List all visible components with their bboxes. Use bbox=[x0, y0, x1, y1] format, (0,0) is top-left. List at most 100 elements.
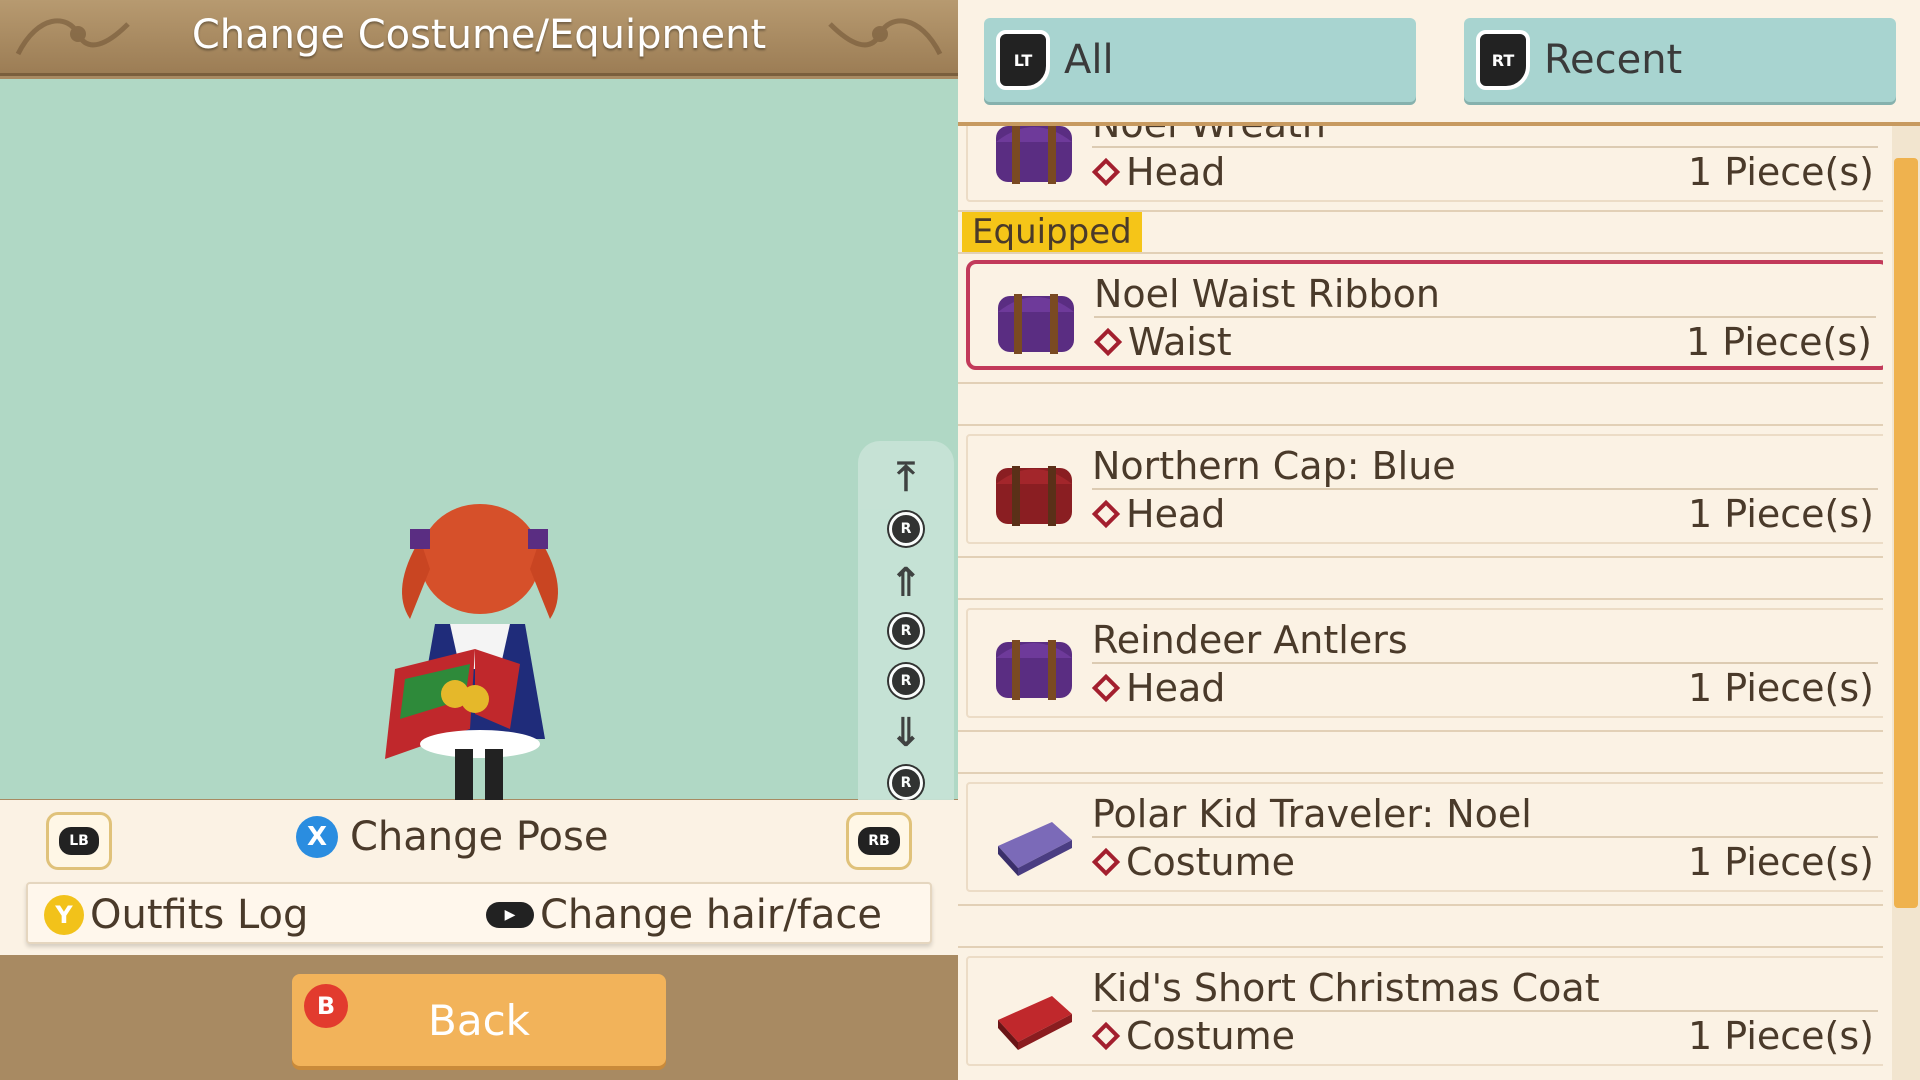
chest-icon bbox=[998, 294, 1074, 354]
r-stick-up-icon: R bbox=[889, 512, 923, 546]
secondary-actions-bar: Y Outfits Log ▶ Change hair/face bbox=[26, 882, 932, 944]
item-slot: Costume bbox=[1091, 840, 1295, 884]
camera-top-button[interactable]: ⤒ bbox=[880, 453, 932, 501]
change-pose-label: Change Pose bbox=[350, 814, 609, 860]
preview-panel: Change Costume/Equipment ⤒ R ⇑ R R ⇓ R L… bbox=[0, 0, 958, 1080]
item-slot: Head bbox=[1091, 150, 1226, 194]
diamond-icon bbox=[1091, 499, 1121, 529]
divider bbox=[958, 904, 1883, 906]
item-slot: Waist bbox=[1093, 320, 1232, 364]
equipment-list: Noel Wreath Head 1 Piece(s) Equipped Noe… bbox=[958, 126, 1883, 1080]
title-bar: Change Costume/Equipment bbox=[0, 0, 958, 76]
item-slot-label: Head bbox=[1126, 492, 1226, 536]
character-model bbox=[385, 504, 558, 821]
list-item[interactable]: Noel Wreath Head 1 Piece(s) bbox=[966, 126, 1883, 202]
back-area: B Back bbox=[0, 956, 958, 1080]
camera-left-stick[interactable]: R bbox=[880, 607, 932, 655]
item-count: 1 Piece(s) bbox=[1688, 1014, 1874, 1058]
change-pose-button[interactable]: X Change Pose bbox=[296, 814, 608, 860]
lb-button[interactable]: LB bbox=[46, 812, 112, 870]
item-slot-label: Costume bbox=[1126, 1014, 1295, 1058]
divider bbox=[958, 382, 1883, 384]
change-hair-face-label: Change hair/face bbox=[540, 892, 882, 938]
list-item[interactable]: Northern Cap: Blue Head 1 Piece(s) bbox=[966, 434, 1883, 544]
list-item[interactable]: Reindeer Antlers Head 1 Piece(s) bbox=[966, 608, 1883, 718]
item-slot-label: Head bbox=[1126, 666, 1226, 710]
character-viewport[interactable]: ⤒ R ⇑ R R ⇓ R ⤓ bbox=[0, 79, 958, 873]
double-chevron-down-icon: ⇓ bbox=[889, 710, 923, 756]
chest-icon bbox=[996, 126, 1072, 184]
item-count: 1 Piece(s) bbox=[1688, 492, 1874, 536]
chest-icon bbox=[996, 466, 1072, 526]
divider bbox=[958, 946, 1883, 948]
r-stick-right-icon: R bbox=[889, 664, 923, 698]
lb-icon: LB bbox=[59, 827, 99, 855]
tab-recent-label: Recent bbox=[1544, 37, 1683, 83]
divider bbox=[1092, 662, 1878, 664]
divider bbox=[958, 556, 1883, 558]
item-name: Northern Cap: Blue bbox=[1092, 444, 1456, 488]
diamond-icon bbox=[1091, 847, 1121, 877]
item-slot-label: Waist bbox=[1128, 320, 1232, 364]
item-count: 1 Piece(s) bbox=[1688, 666, 1874, 710]
rt-icon: RT bbox=[1476, 30, 1530, 90]
divider bbox=[1092, 1010, 1878, 1012]
item-count: 1 Piece(s) bbox=[1688, 150, 1874, 194]
scrollbar-thumb[interactable] bbox=[1894, 158, 1918, 908]
item-name: Noel Waist Ribbon bbox=[1094, 272, 1440, 316]
item-count: 1 Piece(s) bbox=[1686, 320, 1872, 364]
outfits-log-label: Outfits Log bbox=[90, 892, 309, 938]
suitcase-icon bbox=[998, 822, 1072, 876]
x-button-icon: X bbox=[296, 816, 338, 858]
camera-zoom-in-button[interactable]: ⇑ bbox=[880, 559, 932, 607]
item-name: Reindeer Antlers bbox=[1092, 618, 1408, 662]
tab-all[interactable]: LT All bbox=[984, 18, 1416, 102]
diamond-icon bbox=[1091, 673, 1121, 703]
divider bbox=[1092, 146, 1878, 148]
divider bbox=[958, 730, 1883, 732]
divider bbox=[1094, 316, 1876, 318]
double-chevron-up-icon: ⇑ bbox=[889, 560, 923, 606]
back-label: Back bbox=[428, 995, 530, 1045]
divider bbox=[958, 252, 1883, 254]
y-button-icon: Y bbox=[44, 895, 84, 935]
rb-icon: RB bbox=[858, 827, 900, 855]
equipment-list-panel: LT All RT Recent Noel Wreath Head 1 Piec… bbox=[958, 0, 1920, 1080]
item-slot-label: Head bbox=[1126, 150, 1226, 194]
back-button[interactable]: B Back bbox=[292, 974, 666, 1066]
camera-right-stick[interactable]: R bbox=[880, 657, 932, 705]
outfits-log-button[interactable]: Y Outfits Log bbox=[44, 892, 308, 938]
change-hair-face-button[interactable]: ▶ Change hair/face bbox=[486, 892, 882, 938]
list-item-selected[interactable]: Noel Waist Ribbon Waist 1 Piece(s) bbox=[966, 260, 1883, 370]
item-count: 1 Piece(s) bbox=[1688, 840, 1874, 884]
lt-icon: LT bbox=[996, 30, 1050, 90]
divider bbox=[958, 772, 1883, 774]
item-name: Polar Kid Traveler: Noel bbox=[1092, 792, 1532, 836]
item-slot: Head bbox=[1091, 492, 1226, 536]
r-stick-down-icon: R bbox=[889, 766, 923, 800]
diamond-icon bbox=[1093, 327, 1123, 357]
divider bbox=[1092, 488, 1878, 490]
rb-button[interactable]: RB bbox=[846, 812, 912, 870]
camera-up-stick[interactable]: R bbox=[880, 505, 932, 553]
item-slot-label: Costume bbox=[1126, 840, 1295, 884]
list-item[interactable]: Kid's Short Christmas Coat Costume 1 Pie… bbox=[966, 956, 1883, 1066]
pose-controls: LB X Change Pose RB Y Outfits Log ▶ Chan… bbox=[0, 800, 958, 955]
diamond-icon bbox=[1091, 1021, 1121, 1051]
item-slot: Head bbox=[1091, 666, 1226, 710]
camera-zoom-out-button[interactable]: ⇓ bbox=[880, 709, 932, 757]
page-title: Change Costume/Equipment bbox=[191, 12, 767, 58]
equipped-tag: Equipped bbox=[962, 212, 1142, 252]
ornament-right-icon bbox=[828, 18, 943, 56]
r-stick-left-icon: R bbox=[889, 614, 923, 648]
suitcase-icon bbox=[998, 996, 1072, 1050]
arrow-to-top-icon: ⤒ bbox=[897, 454, 915, 500]
item-name: Noel Wreath bbox=[1092, 126, 1326, 146]
tab-recent[interactable]: RT Recent bbox=[1464, 18, 1896, 102]
chest-icon bbox=[996, 640, 1072, 700]
diamond-icon bbox=[1091, 157, 1121, 187]
list-item[interactable]: Polar Kid Traveler: Noel Costume 1 Piece… bbox=[966, 782, 1883, 892]
plus-button-icon: ▶ bbox=[486, 902, 534, 928]
item-name: Kid's Short Christmas Coat bbox=[1092, 966, 1600, 1010]
divider bbox=[958, 598, 1883, 600]
